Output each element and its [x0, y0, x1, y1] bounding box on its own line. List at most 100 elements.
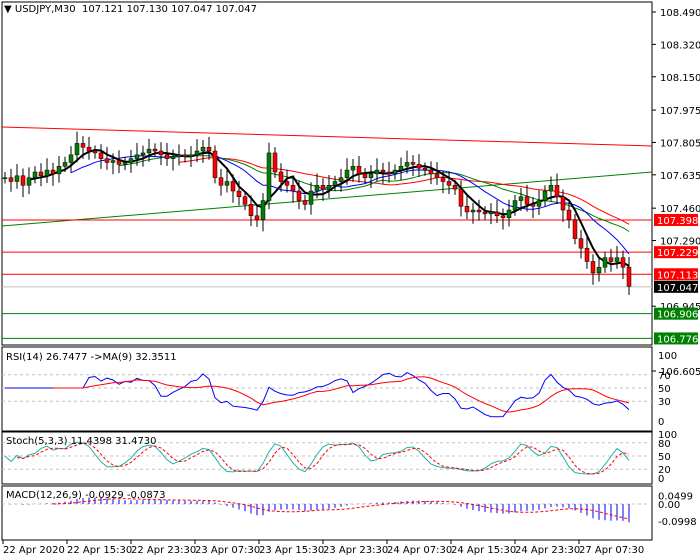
time-tick-label: 22 Apr 15:30	[67, 545, 132, 556]
candle-body	[338, 177, 344, 182]
candle-body	[50, 169, 56, 175]
candle-body	[320, 185, 326, 190]
time-tick-label: 23 Apr 07:30	[195, 545, 260, 556]
candle-body	[164, 154, 170, 159]
candle-body	[404, 162, 410, 167]
candle-body	[572, 219, 578, 239]
candle-body	[368, 173, 374, 178]
price-tick-label: 107.975	[660, 106, 700, 117]
rsi-tick-label: 100	[658, 351, 677, 362]
chart-canvas[interactable]: 108.490 108.320 108.150 107.975 107.805 107.6…	[0, 0, 700, 560]
candle-body	[506, 209, 512, 218]
stoch-tick-label: 50	[658, 452, 671, 463]
candle-body	[512, 200, 518, 211]
candle-body	[344, 169, 350, 178]
time-tick-label: 23 Apr 15:30	[259, 545, 324, 556]
candle-body	[380, 169, 386, 173]
rsi-label: RSI(14) 26.7477 ->MA(9) 32.3511	[6, 352, 177, 363]
candle-body	[542, 190, 548, 201]
candle-body	[284, 181, 290, 186]
candle-body	[158, 150, 164, 156]
candle-body	[20, 175, 26, 186]
candle-body	[482, 211, 488, 215]
candle-body	[386, 171, 392, 175]
rsi-ma-line	[53, 376, 630, 413]
rsi-line	[5, 372, 630, 418]
candle-body	[500, 215, 506, 218]
candle-body	[278, 171, 284, 182]
rsi-tick-label: 0	[658, 417, 664, 428]
stoch-label: Stoch(5,3,3) 11.4398 31.4730	[6, 436, 157, 447]
candle-body	[152, 148, 158, 152]
trend-line-red	[1, 126, 653, 147]
candle-body	[218, 177, 224, 186]
candle-body	[530, 204, 536, 207]
ohlc-values: 107.121 107.130 107.047 107.047	[82, 4, 257, 15]
candle-body	[374, 169, 380, 175]
candle-body	[260, 200, 266, 220]
candle-body	[392, 169, 398, 175]
price-tick-label: 108.320	[660, 40, 700, 51]
level-label: 106.776	[657, 334, 698, 345]
candle-body	[548, 185, 554, 192]
candle-body	[356, 166, 362, 175]
price-tick-label: 108.490	[660, 8, 700, 19]
time-tick-label: 24 Apr 23:30	[515, 545, 580, 556]
candle-body	[128, 158, 134, 163]
candle-body	[614, 257, 620, 262]
trading-chart[interactable]: 108.490 108.320 108.150 107.975 107.805 107.6…	[0, 0, 700, 560]
level-label: 106.906	[657, 310, 698, 321]
candle-body	[140, 152, 146, 156]
candle-body	[524, 196, 530, 205]
candle-body	[440, 177, 446, 182]
candle-body	[212, 150, 218, 178]
candle-body	[602, 257, 608, 268]
stoch-tick-label: 80	[658, 439, 671, 450]
candle-body	[242, 196, 248, 205]
candle-body	[92, 150, 98, 154]
candle-body	[86, 146, 92, 152]
candle-body	[182, 154, 188, 157]
candle-body	[470, 209, 476, 213]
candle-body	[410, 162, 416, 165]
candle-body	[68, 154, 74, 163]
candle-body	[518, 196, 524, 201]
candle-body	[200, 146, 206, 152]
candle-body	[80, 143, 86, 148]
macd-label: MACD(12,26,9) -0.0929 -0.0873	[6, 490, 166, 501]
candle-body	[272, 152, 278, 173]
candle-body	[194, 150, 200, 156]
candle-body	[56, 166, 62, 175]
level-label: 107.229	[657, 248, 698, 259]
candle-body	[350, 166, 356, 171]
stoch-tick-label: 0	[658, 474, 664, 485]
candle-body	[302, 200, 308, 205]
level-label: 107.047	[657, 283, 698, 294]
moving-average-line	[178, 157, 630, 225]
price-tick-label: 107.460	[660, 204, 700, 215]
macd-tick-label: -0.0998	[658, 517, 697, 528]
candle-body	[566, 209, 572, 220]
candle-body	[134, 154, 140, 159]
candle-body	[104, 158, 110, 163]
candle-body	[434, 173, 440, 178]
candle-body	[266, 152, 272, 201]
collapse-triangle-icon[interactable]: ▼	[4, 4, 12, 15]
symbol-header: ▼ USDJPY,M30 107.121 107.130 107.047 107…	[4, 4, 257, 15]
macd-signal-line	[52, 498, 630, 520]
symbol-label: USDJPY,M30	[14, 4, 76, 15]
candle-body	[122, 162, 128, 165]
rsi-tick-label: 70	[658, 371, 671, 382]
rsi-tick-label: 30	[658, 397, 671, 408]
candle-body	[494, 211, 500, 217]
level-label: 107.398	[657, 216, 698, 227]
candle-body	[176, 154, 182, 157]
candle-body	[38, 171, 44, 177]
candle-body	[620, 257, 626, 268]
candle-body	[458, 188, 464, 207]
candle-body	[170, 156, 176, 159]
candle-body	[116, 160, 122, 165]
candle-body	[110, 160, 116, 163]
candle-body	[290, 185, 296, 192]
candle-body	[236, 190, 242, 197]
